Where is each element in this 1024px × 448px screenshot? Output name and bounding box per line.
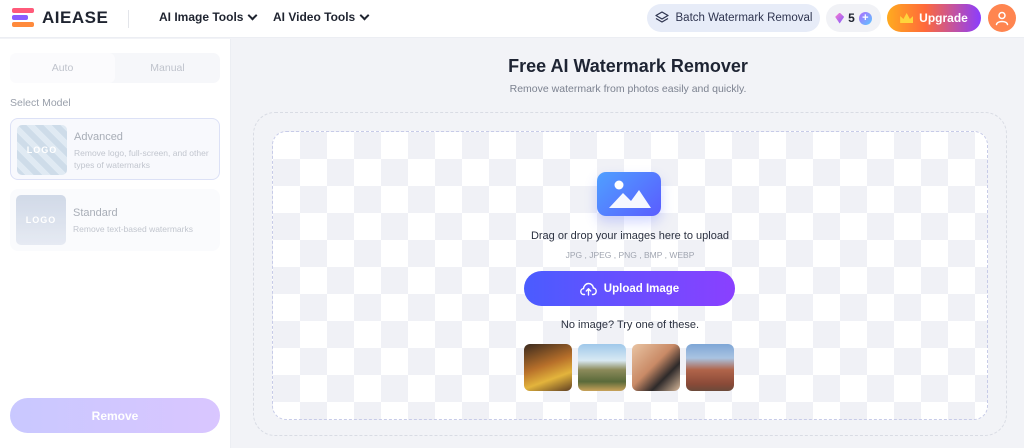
- crown-icon: [900, 13, 914, 23]
- remove-button[interactable]: Remove: [10, 398, 220, 433]
- upgrade-button[interactable]: Upgrade: [887, 4, 981, 32]
- model-card-standard[interactable]: LOGO Standard Remove text-based watermar…: [10, 189, 220, 251]
- model-title: Advanced: [74, 131, 123, 143]
- add-credits-icon[interactable]: +: [858, 11, 872, 25]
- left-sidebar: Auto Manual Select Model LOGO Advanced R…: [0, 39, 231, 448]
- sample-image-woman-portrait[interactable]: [524, 344, 572, 391]
- layers-icon: [654, 11, 669, 23]
- chevron-down-icon: [359, 10, 370, 20]
- credits-badge[interactable]: 5 +: [826, 4, 881, 32]
- nav-ai-video-tools[interactable]: AI Video Tools: [273, 10, 370, 24]
- upgrade-label: Upgrade: [919, 11, 968, 25]
- top-header: AIEASE AI Image Tools AI Video Tools Bat…: [0, 0, 1024, 38]
- cloud-upload-icon: [579, 282, 597, 296]
- upload-image-button[interactable]: Upload Image: [524, 271, 735, 306]
- supported-formats: JPG , JPEG , PNG , BMP , WEBP: [565, 250, 695, 260]
- standard-model-thumbnail: LOGO: [16, 195, 66, 245]
- page-title: Free AI Watermark Remover: [508, 56, 748, 76]
- mode-tabs: Auto Manual: [10, 53, 220, 83]
- sample-image-castle[interactable]: [686, 344, 734, 391]
- model-description: Remove text-based watermarks: [73, 224, 193, 234]
- select-model-label: Select Model: [10, 97, 71, 109]
- model-title: Standard: [73, 207, 118, 219]
- model-description: Remove logo, full-screen, and other type…: [74, 148, 209, 170]
- advanced-model-thumbnail: LOGO: [17, 125, 67, 175]
- sample-image-product-bottle[interactable]: [632, 344, 680, 391]
- nav-ai-image-tools[interactable]: AI Image Tools: [159, 10, 258, 24]
- user-avatar[interactable]: [988, 4, 1016, 32]
- drop-instructions: Drag or drop your images here to upload: [530, 230, 730, 242]
- tab-manual[interactable]: Manual: [115, 53, 220, 83]
- brand-logo[interactable]: AIEASE: [12, 8, 108, 28]
- credits-count: 5: [848, 11, 855, 25]
- nav-ai-video-tools-label: AI Video Tools: [273, 10, 356, 24]
- batch-label: Batch Watermark Removal: [675, 12, 813, 24]
- sample-images-prompt: No image? Try one of these.: [560, 319, 700, 331]
- page-subtitle: Remove watermark from photos easily and …: [509, 83, 747, 95]
- header-divider: [128, 10, 129, 28]
- image-upload-icon: [597, 172, 661, 216]
- gem-icon: [835, 12, 845, 24]
- chevron-down-icon: [248, 10, 258, 20]
- sample-image-mountain-landscape[interactable]: [578, 344, 626, 391]
- sample-images: [524, 344, 734, 391]
- brand-name: AIEASE: [42, 8, 109, 27]
- brand-logo-icon: [12, 8, 36, 28]
- user-icon: [995, 11, 1009, 26]
- model-card-advanced[interactable]: LOGO Advanced Remove logo, full-screen, …: [10, 118, 220, 180]
- upload-image-label: Upload Image: [603, 282, 680, 295]
- nav-ai-image-tools-label: AI Image Tools: [159, 10, 244, 24]
- tab-auto[interactable]: Auto: [10, 53, 115, 83]
- batch-watermark-removal-button[interactable]: Batch Watermark Removal: [647, 4, 820, 32]
